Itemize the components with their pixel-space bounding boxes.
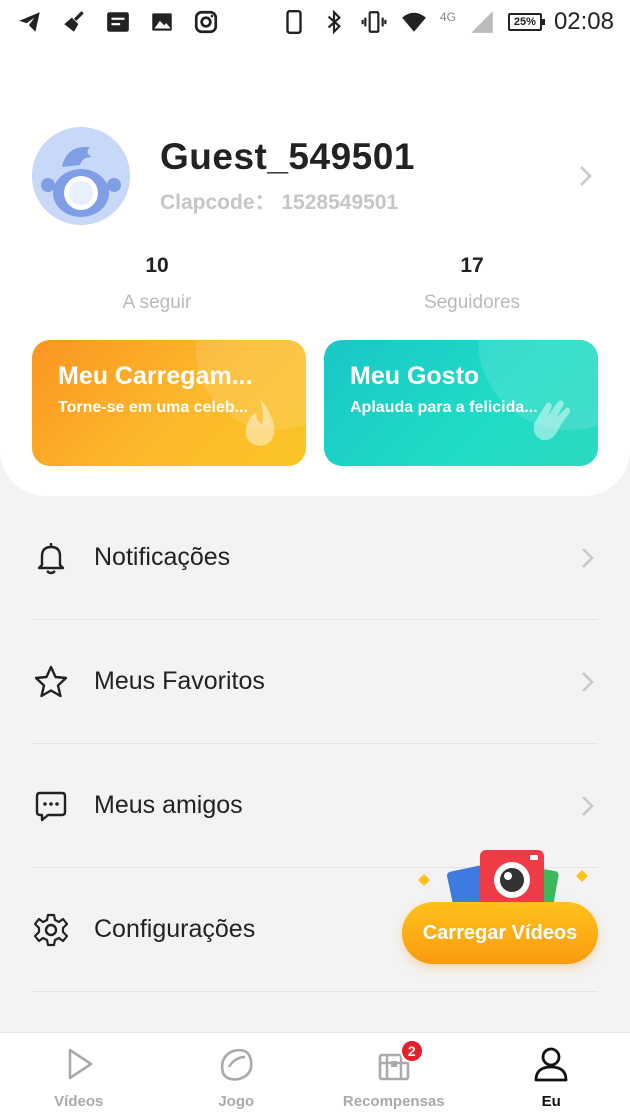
followers-stat[interactable]: 17 Seguidores [372, 254, 572, 314]
nav-me[interactable]: Eu [473, 1033, 630, 1120]
menu-label-settings: Configurações [94, 915, 256, 943]
camera-illustration-icon [418, 850, 588, 910]
vibrate-icon [360, 8, 388, 36]
bell-icon [37, 542, 65, 574]
chat-icon [35, 791, 67, 821]
chevron-right-icon [580, 166, 592, 186]
clap-hands-icon [533, 400, 570, 441]
followers-label: Seguidores [423, 292, 521, 313]
chevron-right-icon [582, 795, 594, 816]
nav-label-me: Eu [541, 1093, 561, 1110]
avatar-mascot-icon [32, 127, 130, 225]
instagram-icon [192, 8, 220, 36]
avatar[interactable] [32, 127, 130, 225]
nav-videos[interactable]: Vídeos [0, 1033, 158, 1120]
following-count: 10 [145, 254, 169, 277]
nav-label-game: Jogo [218, 1093, 255, 1110]
chevron-right-icon [582, 547, 594, 568]
following-label: A seguir [122, 292, 192, 313]
phone-icon [280, 8, 308, 36]
clapcode-value: 1528549501 [281, 191, 399, 214]
upload-video-fab[interactable]: Carregar Vídeos [402, 846, 600, 966]
gear-icon [33, 913, 69, 946]
play-icon [68, 1048, 93, 1080]
game-icon [221, 1048, 253, 1081]
nav-label-videos: Vídeos [54, 1093, 104, 1110]
image-icon [148, 8, 176, 36]
wifi-icon [400, 8, 428, 36]
network-type: 4G [439, 10, 456, 24]
clapcode-label: Clapcode： [160, 191, 276, 214]
menu-item-notifications[interactable]: Notificações [32, 496, 598, 620]
my-uploads-card[interactable]: Meu Carregam... Torne-se em uma celeb... [32, 340, 306, 466]
menu-label-friends: Meus amigos [94, 791, 243, 819]
nav-rewards[interactable]: 2 Recompensas [315, 1033, 473, 1120]
battery-indicator: 25% [507, 13, 545, 31]
signal-icon [468, 8, 496, 36]
my-likes-card[interactable]: Meu Gosto Aplauda para a felicida... [324, 340, 598, 466]
menu-item-favorites[interactable]: Meus Favoritos [32, 620, 598, 744]
clapcode: Clapcode： 1528549501 [160, 186, 415, 216]
person-icon [534, 1047, 568, 1082]
status-time: 02:08 [553, 8, 614, 35]
status-bar: 4G 25% 02:08 [0, 0, 630, 44]
bottom-nav: Vídeos Jogo 2 Recompensas Eu [0, 1032, 630, 1120]
flame-icon [245, 398, 275, 446]
nav-label-rewards: Recompensas [342, 1093, 445, 1110]
followers-count: 17 [460, 254, 484, 277]
bluetooth-icon [320, 8, 348, 36]
menu-label-favorites: Meus Favoritos [94, 667, 265, 695]
telegram-icon [16, 8, 44, 36]
profile-header: Guest_549501 Clapcode： 1528549501 10 A s… [0, 44, 630, 496]
star-icon [34, 665, 68, 697]
chevron-right-icon [582, 671, 594, 692]
broom-icon [60, 8, 88, 36]
profile-row[interactable]: Guest_549501 Clapcode： 1528549501 [32, 126, 598, 226]
menu-label-notifications: Notificações [94, 543, 231, 571]
nav-game[interactable]: Jogo [158, 1033, 316, 1120]
username: Guest_549501 [160, 136, 415, 177]
following-stat[interactable]: 10 A seguir [57, 254, 257, 314]
upload-video-button[interactable]: Carregar Vídeos [402, 902, 598, 964]
message-icon [104, 8, 132, 36]
rewards-badge: 2 [399, 1039, 424, 1063]
